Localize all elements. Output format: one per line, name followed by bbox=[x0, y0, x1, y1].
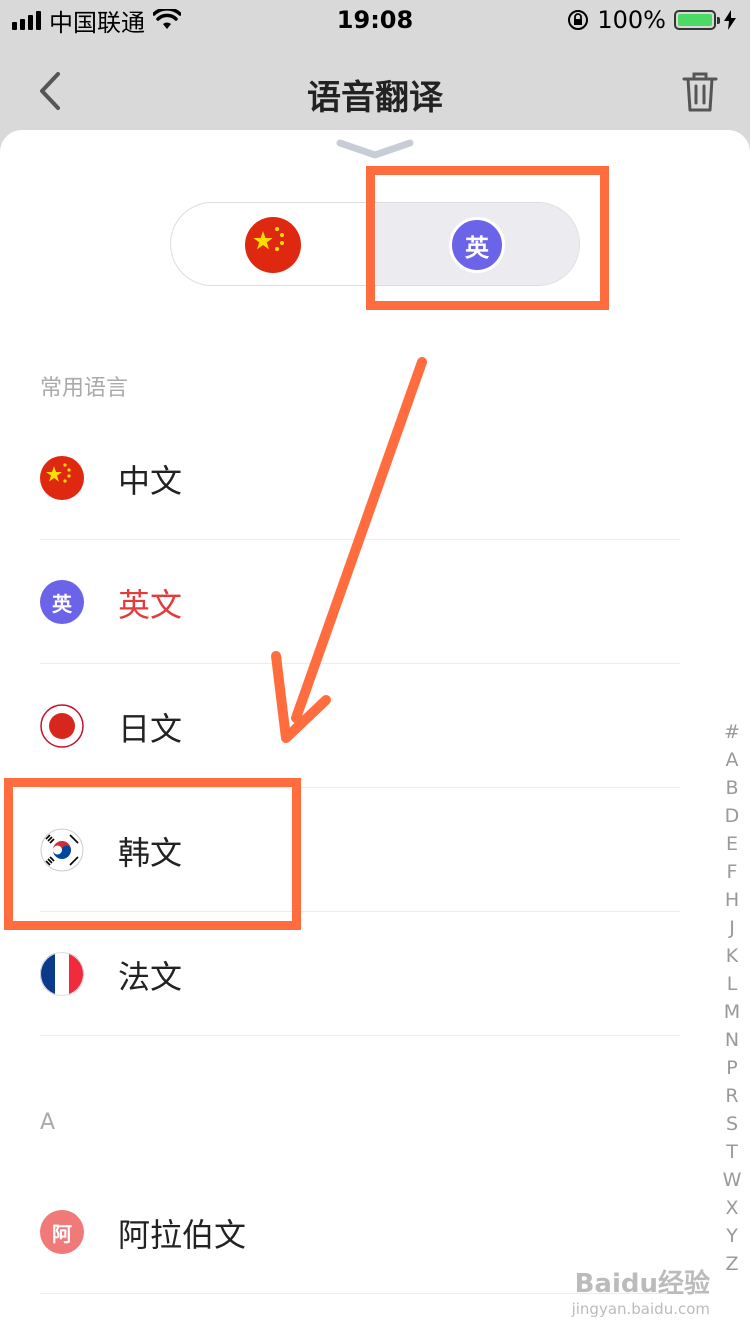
china-flag-icon bbox=[40, 456, 84, 500]
language-sheet: 英 常用语言 中文 英 英文 日文 韩文 法文 A 阿 阿拉伯文 # A B D… bbox=[0, 130, 750, 1334]
index-letter[interactable]: N bbox=[725, 1026, 739, 1054]
annotation-box-korean bbox=[4, 778, 301, 930]
index-letter[interactable]: H bbox=[725, 886, 739, 914]
japan-flag-icon bbox=[40, 704, 84, 748]
index-letter[interactable]: B bbox=[725, 774, 738, 802]
index-letter[interactable]: X bbox=[725, 1194, 738, 1222]
watermark-brand: Baidu经验 bbox=[574, 1269, 710, 1299]
nav-bar: 语音翻译 bbox=[0, 40, 750, 140]
section-common-label: 常用语言 bbox=[40, 376, 129, 401]
signal-icon bbox=[12, 10, 41, 30]
annotation-box-target bbox=[366, 166, 609, 310]
index-letter[interactable]: E bbox=[726, 830, 738, 858]
language-name: 中文 bbox=[118, 462, 183, 500]
collapse-handle-icon[interactable] bbox=[336, 138, 414, 160]
language-name: 日文 bbox=[118, 710, 183, 748]
list-item-english[interactable]: 英 英文 bbox=[0, 540, 700, 664]
index-letter[interactable]: L bbox=[727, 970, 738, 998]
index-letter[interactable]: W bbox=[723, 1166, 742, 1194]
badge-label: 阿 bbox=[52, 1221, 72, 1246]
index-letter[interactable]: S bbox=[726, 1110, 738, 1138]
index-letter[interactable]: Z bbox=[725, 1250, 738, 1278]
index-letter[interactable]: K bbox=[726, 942, 738, 970]
index-letter[interactable]: T bbox=[726, 1138, 738, 1166]
status-bar: 中国联通 19:08 100% bbox=[0, 0, 750, 40]
arabic-badge-icon: 阿 bbox=[40, 1210, 84, 1254]
index-letter[interactable]: # bbox=[724, 718, 740, 746]
watermark-url: jingyan.baidu.com bbox=[571, 1300, 710, 1318]
index-letter[interactable]: P bbox=[726, 1054, 737, 1082]
index-letter[interactable]: M bbox=[724, 998, 740, 1026]
watermark: Baidu经验 jingyan.baidu.com bbox=[572, 1263, 710, 1318]
index-letter[interactable]: D bbox=[725, 802, 740, 830]
china-flag-icon[interactable] bbox=[245, 217, 301, 273]
carrier-label: 中国联通 bbox=[49, 8, 145, 37]
charging-icon bbox=[724, 10, 736, 30]
index-letter[interactable]: R bbox=[725, 1082, 738, 1110]
english-badge-icon: 英 bbox=[40, 580, 84, 624]
page-title: 语音翻译 bbox=[307, 78, 443, 118]
france-flag-icon bbox=[40, 952, 84, 996]
index-letter[interactable]: J bbox=[729, 914, 735, 942]
index-letter[interactable]: F bbox=[727, 858, 738, 886]
language-name-selected: 英文 bbox=[118, 586, 183, 624]
language-name: 法文 bbox=[118, 958, 183, 996]
trash-icon[interactable] bbox=[680, 70, 720, 114]
battery-percent: 100% bbox=[597, 6, 666, 34]
battery-icon bbox=[674, 10, 720, 30]
list-item-chinese[interactable]: 中文 bbox=[0, 416, 700, 540]
language-name: 阿拉伯文 bbox=[118, 1216, 247, 1254]
badge-label: 英 bbox=[52, 591, 72, 616]
index-letter[interactable]: Y bbox=[726, 1222, 738, 1250]
list-item-japanese[interactable]: 日文 bbox=[0, 664, 700, 788]
section-a-label: A bbox=[40, 1110, 56, 1135]
divider bbox=[40, 1035, 680, 1036]
list-item-french[interactable]: 法文 bbox=[0, 912, 700, 1036]
index-letter[interactable]: A bbox=[726, 746, 739, 774]
rotation-lock-icon bbox=[568, 10, 589, 30]
wifi-icon bbox=[153, 9, 181, 29]
alphabet-index[interactable]: # A B D E F H J K L M N P R S T W X Y Z bbox=[722, 718, 742, 1278]
